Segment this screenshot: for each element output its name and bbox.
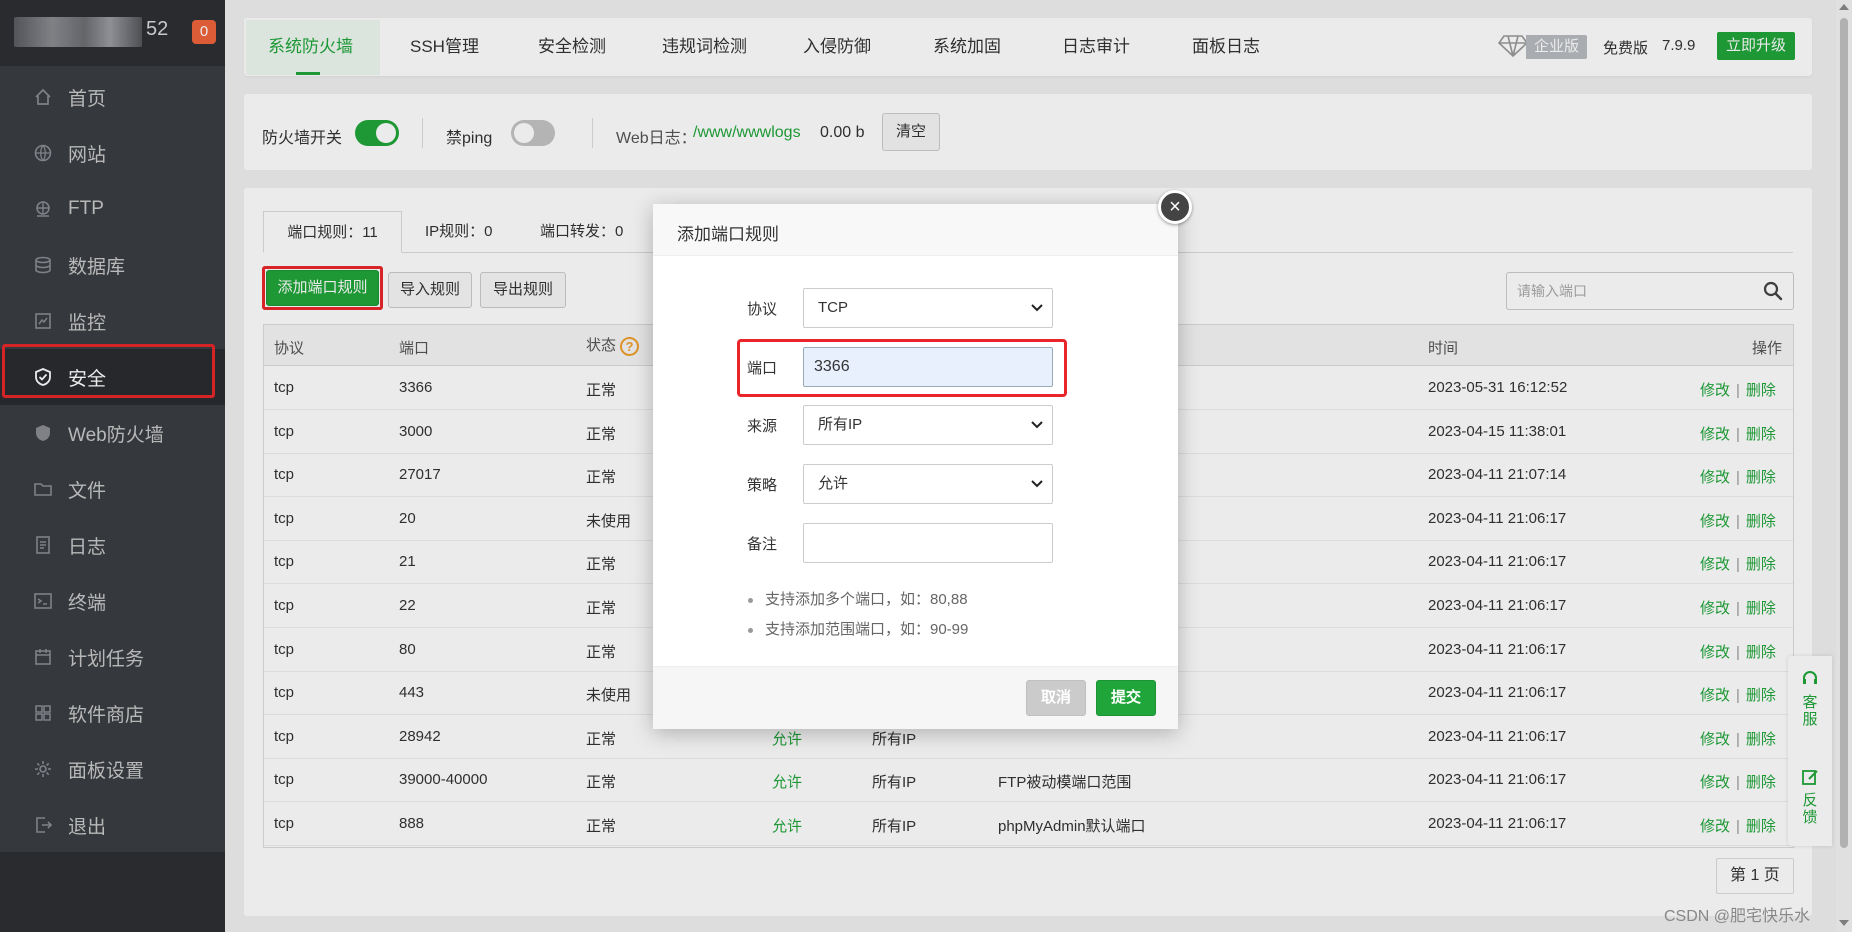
cancel-button[interactable]: 取消: [1026, 680, 1086, 716]
policy-label: 策略: [747, 477, 778, 494]
tip-text: 支持添加范围端口，如：90-99: [765, 621, 969, 638]
protocol-select[interactable]: TCP: [803, 288, 1053, 328]
watermark: CSDN @肥宅快乐水: [1664, 908, 1811, 925]
source-select[interactable]: 所有IP: [803, 405, 1053, 445]
policy-select[interactable]: 允许: [803, 464, 1053, 504]
tip-port-range: 支持添加范围端口，如：90-99: [748, 618, 968, 639]
note-label: 备注: [747, 536, 778, 553]
tip-text: 支持添加多个端口，如：80,88: [765, 591, 968, 608]
dialog-header: 添加端口规则: [653, 204, 1178, 256]
chevron-down-icon: [1031, 480, 1043, 488]
protocol-label: 协议: [747, 301, 778, 318]
tip-multiple-ports: 支持添加多个端口，如：80,88: [748, 588, 968, 609]
port-field-highlight: [737, 339, 1067, 397]
submit-button[interactable]: 提交: [1096, 680, 1156, 716]
close-icon[interactable]: ×: [1158, 190, 1192, 224]
chevron-down-icon: [1031, 421, 1043, 429]
source-value: 所有IP: [818, 416, 863, 433]
policy-value: 允许: [818, 475, 849, 492]
source-label: 来源: [747, 418, 778, 435]
chevron-down-icon: [1031, 304, 1043, 312]
protocol-value: TCP: [818, 299, 848, 316]
bullet: [748, 627, 753, 633]
note-input[interactable]: [803, 523, 1053, 563]
dialog-title: 添加端口规则: [677, 225, 779, 244]
bullet: [748, 597, 753, 603]
